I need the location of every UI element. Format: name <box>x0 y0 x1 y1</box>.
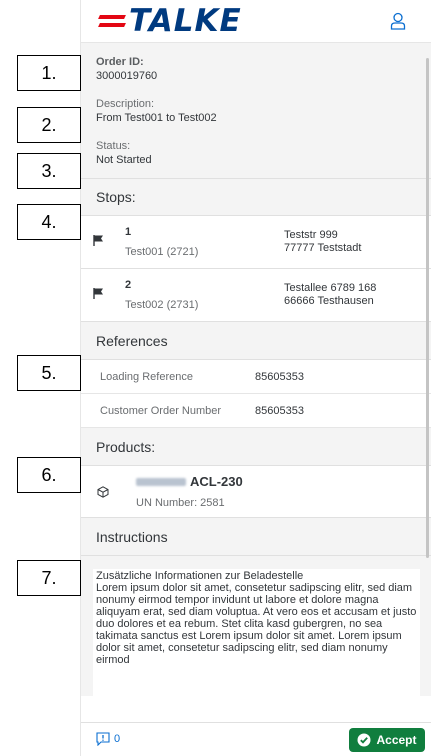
instructions-textarea[interactable]: Zusätzliche Informationen zur Beladestel… <box>93 569 420 696</box>
reference-value: 85605353 <box>255 404 304 417</box>
logo-mark-icon <box>98 12 126 30</box>
content-scroll-area[interactable]: Order ID: 3000019760 Description: From T… <box>81 42 431 722</box>
redacted-product-prefix <box>136 478 186 486</box>
stop-address: Testallee 6789 168 66666 Testhausen <box>284 282 376 308</box>
accept-label: Accept <box>376 733 417 747</box>
order-id-value: 3000019760 <box>96 70 158 82</box>
stop-number: 1 <box>125 226 132 238</box>
order-header-info: Order ID: 3000019760 Description: From T… <box>81 42 431 178</box>
flag-icon <box>93 288 103 299</box>
status-label: Status: <box>96 140 131 152</box>
footer-toolbar: 0 Accept <box>81 722 431 756</box>
check-circle-icon <box>357 733 371 747</box>
reference-value: 85605353 <box>255 370 304 383</box>
annotation-label-6: 6. <box>17 457 81 493</box>
references-section-title: References <box>81 322 431 360</box>
stop-street: Testallee 6789 168 <box>284 282 377 294</box>
reference-label: Loading Reference <box>100 370 193 383</box>
instructions-panel: Zusätzliche Informationen zur Beladestel… <box>81 556 431 696</box>
order-id-label: Order ID: <box>96 56 144 68</box>
stop-street: Teststr 999 <box>284 229 338 241</box>
feedback-icon <box>96 732 110 746</box>
stop-name: Test001 (2721) <box>125 246 199 258</box>
vertical-scrollbar[interactable] <box>426 58 429 558</box>
instructions-text: Lorem ipsum dolor sit amet, consetetur s… <box>96 582 417 666</box>
stop-item[interactable]: 1 Test001 (2721) Teststr 999 77777 Tests… <box>81 216 431 269</box>
accept-button[interactable]: Accept <box>349 728 425 752</box>
annotation-label-7: 7. <box>17 560 81 596</box>
instructions-heading: Zusätzliche Informationen zur Beladestel… <box>96 570 304 582</box>
flag-icon <box>93 235 103 246</box>
description-label: Description: <box>96 98 155 110</box>
stop-city: 77777 Teststadt <box>284 242 362 254</box>
brand-name: TALKE <box>129 3 242 39</box>
products-section-title: Products: <box>81 428 431 466</box>
stops-section-title: Stops: <box>81 178 431 216</box>
stop-city: 66666 Testhausen <box>284 295 374 307</box>
talke-logo: TALKE <box>98 3 242 39</box>
reference-row: Customer Order Number 85605353 <box>81 394 431 428</box>
app-header: TALKE <box>81 0 431 42</box>
status-value: Not Started <box>96 154 152 166</box>
description-value: From Test001 to Test002 <box>96 112 217 124</box>
stop-item[interactable]: 2 Test002 (2731) Testallee 6789 168 6666… <box>81 269 431 322</box>
annotation-label-3: 3. <box>17 153 81 189</box>
reference-row: Loading Reference 85605353 <box>81 360 431 394</box>
status-field: Status: Not Started <box>96 139 416 168</box>
product-item[interactable]: ACL-230 UN Number: 2581 <box>81 466 431 518</box>
reference-label: Customer Order Number <box>100 404 222 417</box>
stop-address: Teststr 999 77777 Teststadt <box>284 229 361 255</box>
annotation-label-1: 1. <box>17 55 81 91</box>
stop-name: Test002 (2731) <box>125 299 199 311</box>
annotation-label-4: 4. <box>17 204 81 240</box>
annotation-label-2: 2. <box>17 107 81 143</box>
instructions-section-title: Instructions <box>81 518 431 556</box>
order-id-field: Order ID: 3000019760 <box>96 55 416 84</box>
user-icon[interactable] <box>390 12 406 30</box>
product-un-number: UN Number: 2581 <box>136 497 225 509</box>
product-box-icon <box>97 486 109 498</box>
description-field: Description: From Test001 to Test002 <box>96 97 416 126</box>
feedback-button[interactable]: 0 <box>96 732 120 746</box>
product-name: ACL-230 <box>190 474 243 489</box>
order-detail-app: TALKE Order ID: 3000019760 Description: … <box>80 0 431 756</box>
stop-number: 2 <box>125 279 132 291</box>
annotation-label-5: 5. <box>17 355 81 391</box>
feedback-count: 0 <box>114 733 121 745</box>
